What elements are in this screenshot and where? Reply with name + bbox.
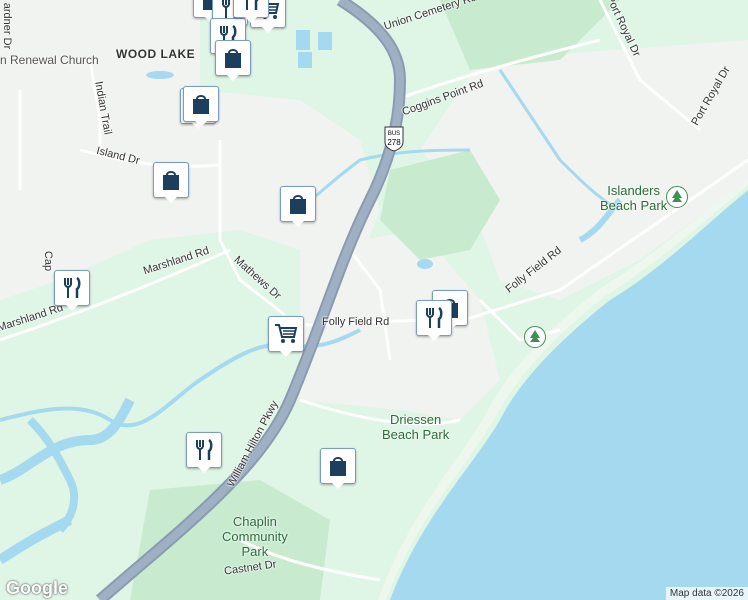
shopping-bag-icon xyxy=(280,186,316,222)
restaurant-marker[interactable] xyxy=(54,270,90,311)
marker-pointer xyxy=(244,16,258,23)
marker-pointer xyxy=(194,120,208,127)
shopping-bag-icon xyxy=(215,40,251,76)
shopping-marker[interactable] xyxy=(153,162,189,203)
us-278-bus-shield: BUS 278 xyxy=(384,126,404,152)
islanders-beach-park-label: Islanders Beach Park xyxy=(600,183,667,213)
driessen-label-line2: Beach Park xyxy=(382,427,450,442)
folly-field-rd-label: Folly Field Rd xyxy=(322,316,390,328)
shopping-bag-icon xyxy=(153,162,189,198)
shopping-marker[interactable] xyxy=(183,86,219,127)
pond xyxy=(318,32,332,50)
driessen-label-line1: Driessen xyxy=(389,412,442,427)
restaurant-marker[interactable] xyxy=(186,432,222,473)
wood-lake-label: WOOD LAKE xyxy=(116,47,196,61)
shield-bus-text: BUS xyxy=(388,131,400,137)
restaurant-marker[interactable] xyxy=(233,0,269,23)
map-attribution[interactable]: Map data ©2026 xyxy=(665,587,748,600)
map-base-layer xyxy=(0,0,748,600)
islanders-label-line1: Islanders xyxy=(607,183,660,198)
chaplin-label-line2: Community xyxy=(222,529,288,544)
marker-pointer xyxy=(164,196,178,203)
shopping-marker[interactable] xyxy=(280,186,316,227)
islanders-label-line2: Beach Park xyxy=(600,198,668,213)
church-label: n Renewal Church xyxy=(0,53,99,67)
chaplin-label-line3: Park xyxy=(241,544,269,559)
restaurant-icon xyxy=(186,432,222,468)
cap-label: Cap xyxy=(42,250,55,272)
marker-pointer xyxy=(291,220,305,227)
restaurant-icon xyxy=(416,300,452,336)
shopping-marker[interactable] xyxy=(320,448,356,489)
shopping-bag-icon xyxy=(320,448,356,484)
park-icon[interactable] xyxy=(666,186,688,208)
google-logo: Google xyxy=(6,578,68,598)
gardner-dr-label: ardner Dr xyxy=(1,2,14,50)
park-icon[interactable] xyxy=(524,326,546,348)
shopping-marker[interactable] xyxy=(215,40,251,81)
marker-pointer xyxy=(65,304,79,311)
pond xyxy=(296,30,310,50)
marker-pointer xyxy=(331,482,345,489)
pond xyxy=(298,52,312,68)
map-canvas[interactable]: WOOD LAKE n Renewal Church Union Cemeter… xyxy=(0,0,748,600)
marker-pointer xyxy=(226,74,240,81)
pond xyxy=(417,259,433,269)
shield-number-text: 278 xyxy=(387,138,401,147)
shopping-bag-icon xyxy=(183,86,219,122)
chaplin-community-park-label: Chaplin Community Park xyxy=(222,514,288,559)
marker-pointer xyxy=(261,26,275,33)
marker-pointer xyxy=(197,466,211,473)
chaplin-label-line1: Chaplin xyxy=(232,514,277,529)
marker-pointer xyxy=(427,334,441,341)
restaurant-marker[interactable] xyxy=(416,300,452,341)
restaurant-icon xyxy=(54,270,90,306)
driessen-beach-park-label: Driessen Beach Park xyxy=(382,412,449,442)
marker-pointer xyxy=(279,350,293,357)
creek xyxy=(27,417,79,533)
shopping-cart-icon xyxy=(268,316,304,352)
grocery-marker[interactable] xyxy=(268,316,304,357)
pond xyxy=(146,71,174,79)
creek xyxy=(0,515,73,565)
